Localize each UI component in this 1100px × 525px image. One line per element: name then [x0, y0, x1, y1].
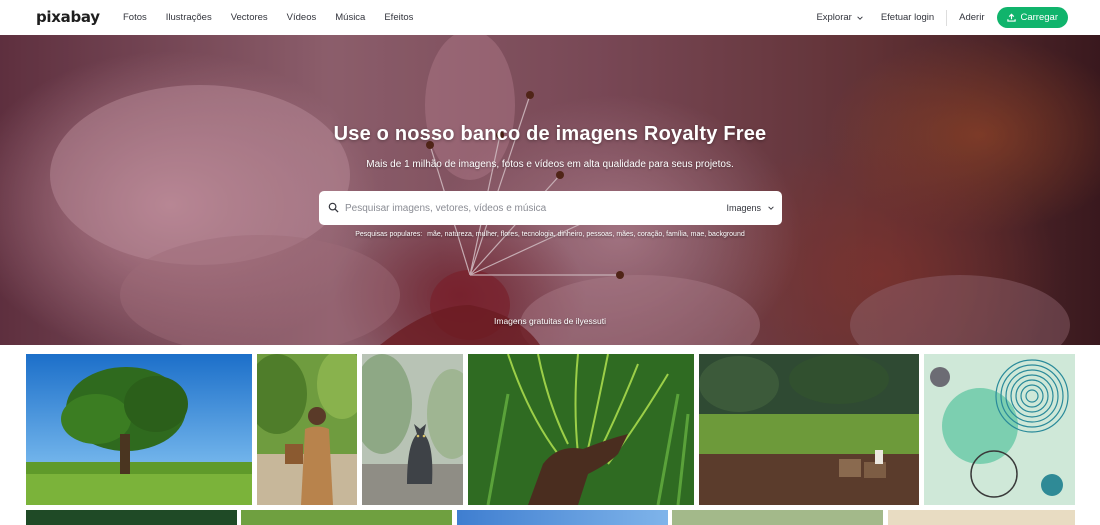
- search-type-label: Imagens: [726, 203, 761, 213]
- chevron-down-icon: [768, 206, 774, 210]
- popular-term[interactable]: mães: [616, 231, 633, 238]
- farm-photo: [699, 354, 919, 505]
- header-actions: Explorar Efetuar login Aderir Carregar: [816, 0, 1068, 35]
- nav-videos[interactable]: Vídeos: [287, 12, 317, 23]
- popular-term[interactable]: flores: [501, 231, 518, 238]
- popular-term[interactable]: coração: [637, 231, 662, 238]
- explore-menu[interactable]: Explorar: [816, 12, 863, 23]
- popular-term[interactable]: background: [708, 231, 745, 238]
- nav-fotos[interactable]: Fotos: [123, 12, 147, 23]
- hero-overlay: [0, 35, 1100, 345]
- search-bar: Imagens: [319, 191, 782, 225]
- popular-term[interactable]: dinheiro: [558, 231, 583, 238]
- divider: [946, 9, 948, 26]
- search-type-dropdown[interactable]: Imagens: [726, 191, 774, 225]
- tree-photo: [26, 354, 252, 505]
- image-tile-tree[interactable]: [26, 354, 252, 505]
- popular-term[interactable]: pessoas: [586, 231, 612, 238]
- upload-button[interactable]: Carregar: [996, 7, 1068, 28]
- image-tile-row2-4[interactable]: [672, 510, 883, 525]
- rice-photo: [468, 354, 694, 505]
- top-navbar: pixabay Fotos Ilustrações Vectores Vídeo…: [0, 0, 1100, 35]
- chevron-down-icon: [857, 15, 863, 20]
- popular-term[interactable]: mãe: [427, 231, 441, 238]
- search-icon[interactable]: [328, 202, 339, 213]
- cat-photo: [362, 354, 463, 505]
- image-tile-woman[interactable]: [257, 354, 357, 505]
- upload-label: Carregar: [1020, 12, 1059, 23]
- hero-subtitle: Mais de 1 milhão de imagens, fotos e víd…: [366, 159, 734, 170]
- hero-banner: Use o nosso banco de imagens Royalty Fre…: [0, 35, 1100, 345]
- explore-label: Explorar: [816, 12, 852, 23]
- popular-term[interactable]: tecnologia: [522, 231, 554, 238]
- hero-title: Use o nosso banco de imagens Royalty Fre…: [333, 123, 767, 145]
- image-tile-abstract[interactable]: [924, 354, 1075, 505]
- image-tile-row2-3[interactable]: [457, 510, 668, 525]
- image-tile-cat[interactable]: [362, 354, 463, 505]
- image-tile-rice[interactable]: [468, 354, 694, 505]
- upload-icon: [1006, 13, 1016, 22]
- join-link[interactable]: Aderir: [959, 12, 984, 23]
- main-nav: Fotos Ilustrações Vectores Vídeos Música…: [123, 0, 432, 35]
- popular-term[interactable]: natureza: [445, 231, 472, 238]
- nav-musica[interactable]: Música: [335, 12, 365, 23]
- image-credit[interactable]: Imagens gratuitas de ilyessuti: [0, 316, 1100, 326]
- image-tile-row2-5[interactable]: [888, 510, 1075, 525]
- image-tile-row2-1[interactable]: [26, 510, 237, 525]
- image-tile-row2-2[interactable]: [241, 510, 452, 525]
- popular-searches: Pesquisas populares: mãe, natureza, mulh…: [355, 231, 745, 238]
- popular-searches-label: Pesquisas populares:: [355, 231, 423, 238]
- popular-term[interactable]: mae: [691, 231, 705, 238]
- pixabay-logo[interactable]: pixabay: [36, 8, 100, 26]
- woman-photo: [257, 354, 357, 505]
- login-link[interactable]: Efetuar login: [881, 12, 934, 23]
- nav-vectores[interactable]: Vectores: [231, 12, 268, 23]
- nav-ilustracoes[interactable]: Ilustrações: [166, 12, 212, 23]
- image-tile-farm[interactable]: [699, 354, 919, 505]
- abstract-illustration: [924, 354, 1075, 505]
- popular-term[interactable]: mulher: [476, 231, 497, 238]
- popular-term[interactable]: família: [666, 231, 687, 238]
- search-input[interactable]: [345, 191, 705, 225]
- nav-efeitos[interactable]: Efeitos: [384, 12, 413, 23]
